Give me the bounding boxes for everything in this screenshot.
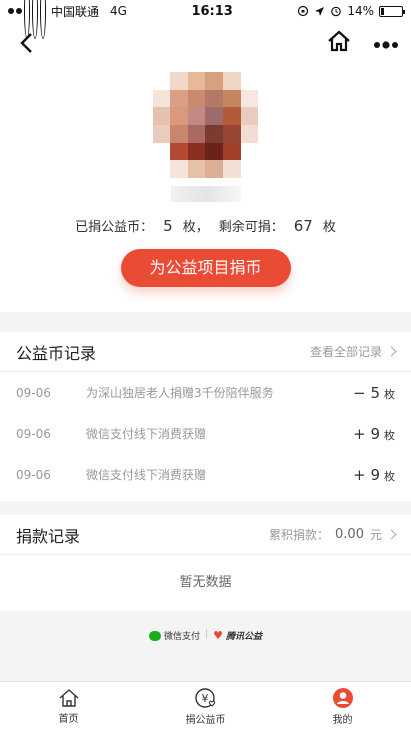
record-row: 09-06 为深山独居老人捐赠3千份陪伴服务 − 5 枚 — [0, 372, 411, 413]
tab-home[interactable]: 首页 — [29, 688, 109, 725]
svg-text:¥: ¥ — [201, 692, 208, 705]
tab-mine[interactable]: 我的 — [303, 687, 383, 726]
wechat-pay-label: 微信支付 — [164, 632, 201, 642]
carrier: 中国联通 — [51, 4, 100, 19]
view-all-records-link[interactable]: 查看全部记录 — [309, 343, 397, 360]
user-icon — [332, 687, 353, 708]
total-donation-label: 累积捐款： — [269, 528, 330, 542]
empty-state: 暂无数据 — [179, 575, 232, 590]
divider — [206, 629, 208, 639]
location-icon — [315, 6, 325, 16]
tab-label: 捐公益币 — [185, 714, 226, 726]
home-icon — [59, 688, 78, 707]
nickname-blurred — [170, 186, 241, 202]
record-date: 09-06 — [16, 467, 51, 482]
donated-value: 5 — [163, 217, 173, 235]
record-amount: − 5 — [353, 383, 380, 402]
home-button[interactable] — [327, 30, 351, 56]
tab-bar: 首页 ¥ 捐公益币 我的 — [0, 681, 411, 730]
battery-icon — [378, 5, 405, 17]
donation-records-section: 捐款记录 累积捐款： 0.00 元 暂无数据 — [0, 515, 411, 611]
coin-summary: 已捐公益币： 5 枚， 剩余可捐： 67 枚 — [0, 216, 411, 235]
wechat-pay-brand: 微信支付 — [149, 629, 200, 642]
avatar[interactable] — [152, 72, 259, 178]
tencent-charity-brand: ♥ 腾讯公益 — [213, 629, 262, 642]
record-desc: 为深山独居老人捐赠3千份陪伴服务 — [86, 386, 274, 400]
profile-section: 已捐公益币： 5 枚， 剩余可捐： 67 枚 为公益项目捐币 — [0, 72, 411, 287]
record-row: 09-06 微信支付线下消费获赠 + 9 枚 — [0, 454, 411, 495]
section-divider — [0, 501, 411, 515]
donation-records-header[interactable]: 捐款记录 累积捐款： 0.00 元 — [0, 515, 411, 555]
more-button[interactable] — [373, 34, 399, 53]
record-row: 09-06 微信支付线下消费获赠 + 9 枚 — [0, 413, 411, 454]
chevron-right-icon — [386, 529, 397, 540]
record-unit: 枚 — [384, 428, 395, 442]
section-divider — [0, 312, 411, 332]
home-icon — [328, 30, 350, 52]
total-donation-unit: 元 — [369, 528, 382, 542]
tab-label: 首页 — [58, 713, 79, 725]
record-date: 09-06 — [16, 426, 51, 441]
remain-unit: 枚 — [322, 220, 336, 235]
record-amount: + 9 — [353, 465, 380, 484]
chevron-left-icon — [20, 33, 32, 53]
tab-label: 我的 — [332, 714, 353, 726]
chevron-right-icon — [386, 346, 397, 357]
coin-records-section: 公益币记录 查看全部记录 09-06 为深山独居老人捐赠3千份陪伴服务 − 5 枚… — [0, 332, 411, 495]
remain-value: 67 — [293, 217, 313, 235]
tencent-charity-label: 腾讯公益 — [225, 632, 262, 642]
record-desc: 微信支付线下消费获赠 — [86, 468, 207, 482]
record-unit: 枚 — [384, 469, 395, 483]
record-amount: + 9 — [353, 424, 380, 443]
donated-unit: 枚， — [182, 220, 209, 235]
donation-records-title: 捐款记录 — [16, 526, 81, 546]
tab-donate-coins[interactable]: ¥ 捐公益币 — [166, 687, 246, 726]
wechat-pay-icon — [149, 630, 162, 641]
record-desc: 微信支付线下消费获赠 — [86, 427, 207, 441]
record-date: 09-06 — [16, 385, 51, 400]
rotation-lock-icon — [298, 5, 309, 17]
coin-records-header: 公益币记录 查看全部记录 — [0, 332, 411, 372]
total-donation-value: 0.00 — [335, 527, 364, 542]
alarm-icon — [331, 6, 342, 17]
coin-records-title: 公益币记录 — [16, 343, 97, 363]
record-unit: 枚 — [384, 387, 395, 401]
heart-icon: ♥ — [213, 629, 223, 642]
back-button[interactable] — [12, 29, 40, 57]
more-dots-icon — [374, 40, 398, 49]
donated-label: 已捐公益币： — [75, 220, 154, 235]
network-type: 4G — [110, 4, 127, 18]
battery-percent: 14% — [347, 4, 374, 18]
remain-label: 剩余可捐： — [218, 220, 284, 235]
status-bar: 中国联通 4G 16:13 14% — [0, 0, 411, 39]
yen-coin-icon: ¥ — [194, 687, 215, 708]
view-all-label: 查看全部记录 — [309, 345, 382, 359]
donate-coins-button[interactable]: 为公益项目捐币 — [120, 249, 291, 287]
clock: 16:13 — [191, 3, 233, 19]
